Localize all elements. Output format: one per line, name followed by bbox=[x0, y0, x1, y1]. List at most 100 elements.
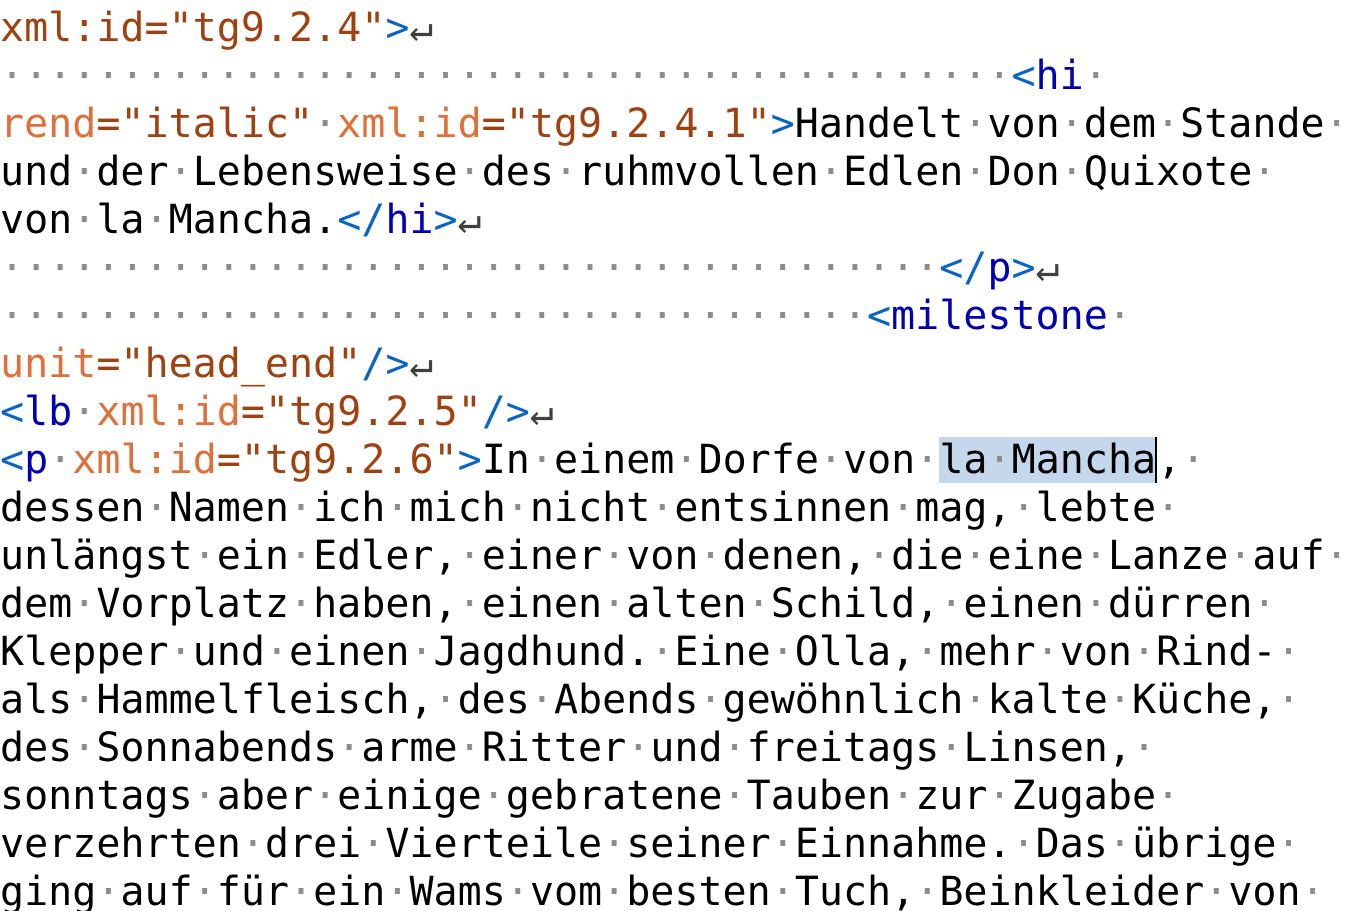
whitespace-marker: · bbox=[939, 725, 964, 771]
text-content: von bbox=[0, 197, 73, 243]
line-break-marker: ↵ bbox=[529, 389, 554, 435]
text-content: für bbox=[216, 869, 290, 911]
text-content: zur bbox=[915, 773, 988, 819]
whitespace-marker: · bbox=[144, 197, 169, 243]
whitespace-marker: · bbox=[433, 677, 458, 723]
editor-line: sonntags·aber·einige·gebratene·Tauben·zu… bbox=[0, 772, 1180, 820]
whitespace-marker: · bbox=[361, 821, 386, 867]
whitespace-marker: · bbox=[313, 773, 338, 819]
xml-attribute-name: xml:id bbox=[72, 437, 217, 483]
editor-line: <p·xml:id="tg9.2.6">In·einem·Dorfe·von·l… bbox=[0, 436, 1205, 484]
whitespace-marker: · bbox=[770, 629, 795, 675]
text-content: ein bbox=[313, 869, 386, 911]
selected-whitespace-marker: · bbox=[987, 437, 1012, 483]
whitespace-marker: · bbox=[963, 677, 988, 723]
whitespace-marker: · bbox=[529, 437, 554, 483]
whitespace-marker: · bbox=[1276, 677, 1301, 723]
whitespace-marker: · bbox=[1083, 53, 1108, 99]
xml-tag-delimiter: > bbox=[433, 197, 458, 243]
text-content: ruhmvollen bbox=[578, 149, 819, 195]
whitespace-marker: · bbox=[289, 533, 314, 579]
editor-line: rend="italic"·xml:id="tg9.2.4.1">Handelt… bbox=[0, 100, 1348, 148]
whitespace-marker: · bbox=[1300, 869, 1325, 911]
whitespace-marker: · bbox=[1083, 533, 1108, 579]
text-content: als bbox=[0, 677, 73, 723]
selected-text: la bbox=[939, 437, 988, 483]
xml-attribute-value: ="head_end" bbox=[96, 341, 362, 387]
whitespace-marker: · bbox=[192, 869, 217, 911]
text-content: gebratene bbox=[505, 773, 723, 819]
whitespace-marker: · bbox=[313, 101, 338, 147]
whitespace-marker: · bbox=[1059, 149, 1084, 195]
text-content: Linsen, bbox=[963, 725, 1132, 771]
text-content: Don bbox=[987, 149, 1060, 195]
xml-text-editor[interactable]: xml:id="tg9.2.4">↵ ·····················… bbox=[0, 0, 1348, 911]
text-content: dem bbox=[0, 581, 73, 627]
whitespace-marker: · bbox=[770, 821, 795, 867]
whitespace-marker: · bbox=[264, 629, 290, 675]
whitespace-marker: · bbox=[72, 149, 97, 195]
whitespace-marker: · bbox=[818, 149, 843, 195]
text-content: Zugabe bbox=[1011, 773, 1157, 819]
whitespace-marker: · bbox=[48, 437, 73, 483]
text-content: von bbox=[1228, 869, 1301, 911]
xml-tag-delimiter: /> bbox=[481, 389, 530, 435]
whitespace-marker: ···································· bbox=[0, 293, 867, 339]
selected-text: Mancha bbox=[1011, 437, 1157, 483]
text-content: einige bbox=[337, 773, 482, 819]
text-content: aber bbox=[216, 773, 314, 819]
whitespace-marker: · bbox=[72, 197, 97, 243]
text-content: , bbox=[1157, 437, 1182, 483]
text-content: Mancha. bbox=[168, 197, 338, 243]
text-content: von bbox=[626, 533, 699, 579]
whitespace-marker: · bbox=[602, 821, 627, 867]
whitespace-marker: · bbox=[457, 149, 482, 195]
editor-line: xml:id="tg9.2.4">↵ bbox=[0, 4, 434, 52]
text-content: besten bbox=[626, 869, 771, 911]
whitespace-marker: · bbox=[674, 437, 699, 483]
whitespace-marker: · bbox=[1107, 293, 1132, 339]
whitespace-marker: · bbox=[1324, 533, 1348, 579]
text-content: Küche, bbox=[1131, 677, 1277, 723]
whitespace-marker: · bbox=[915, 437, 940, 483]
xml-tag-name: milestone bbox=[891, 293, 1108, 339]
xml-tag-name: hi bbox=[385, 197, 434, 243]
text-content: Edlen bbox=[842, 149, 964, 195]
xml-tag-delimiter: < bbox=[1011, 53, 1036, 99]
whitespace-marker: · bbox=[963, 101, 988, 147]
text-content: vom bbox=[529, 869, 603, 911]
text-content: mehr bbox=[939, 629, 1036, 675]
editor-line: und·der·Lebensweise·des·ruhmvollen·Edlen… bbox=[0, 148, 1276, 196]
line-break-marker: ↵ bbox=[457, 197, 482, 243]
text-content: haben, bbox=[313, 581, 458, 627]
text-content: verzehrten bbox=[0, 821, 241, 867]
whitespace-marker: · bbox=[626, 725, 651, 771]
whitespace-marker: · bbox=[192, 773, 217, 819]
text-content: ich bbox=[313, 485, 386, 531]
text-content: Abends bbox=[553, 677, 699, 723]
whitespace-marker: · bbox=[1035, 629, 1060, 675]
whitespace-marker: · bbox=[505, 485, 530, 531]
text-content: freitags bbox=[746, 725, 940, 771]
whitespace-marker: · bbox=[1107, 677, 1132, 723]
whitespace-marker: · bbox=[457, 581, 482, 627]
text-content: eine bbox=[987, 533, 1084, 579]
text-content: drei bbox=[264, 821, 362, 867]
text-content: Vorplatz bbox=[96, 581, 289, 627]
text-content: einen bbox=[289, 629, 410, 675]
whitespace-marker: ······································· bbox=[0, 245, 940, 291]
whitespace-marker: ········································… bbox=[0, 53, 1012, 99]
text-content: sonntags bbox=[0, 773, 193, 819]
whitespace-marker: · bbox=[915, 869, 940, 911]
whitespace-marker: · bbox=[722, 725, 747, 771]
whitespace-marker: · bbox=[529, 677, 554, 723]
text-content: dessen bbox=[0, 485, 145, 531]
xml-attribute-value: ="tg9.2.4.1" bbox=[481, 101, 771, 147]
text-content: Lebensweise bbox=[192, 149, 458, 195]
xml-tag-name: p bbox=[987, 245, 1012, 291]
text-content: Lanze bbox=[1107, 533, 1229, 579]
text-content: ein bbox=[216, 533, 289, 579]
text-content: von bbox=[987, 101, 1060, 147]
text-content: des bbox=[457, 677, 530, 723]
xml-attribute-name: unit bbox=[0, 341, 97, 387]
